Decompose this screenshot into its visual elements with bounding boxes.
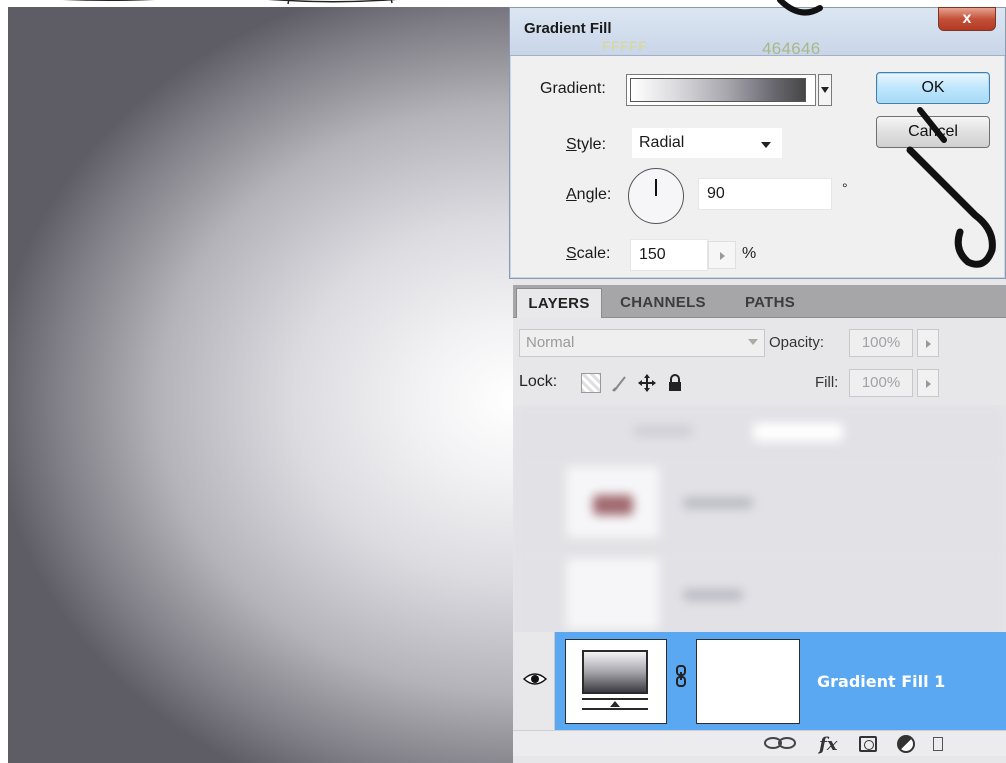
layer-row-gradient-fill[interactable]: Gradient Fill 1	[555, 632, 1006, 730]
layers-panel-footer: fx	[513, 730, 1006, 756]
angle-dial[interactable]	[628, 168, 684, 224]
fill-input[interactable]: 100%	[849, 369, 913, 397]
lock-icon[interactable]	[665, 373, 685, 393]
opacity-input[interactable]: 100%	[849, 329, 913, 357]
chevron-down-icon	[748, 339, 758, 345]
dialog-title: Gradient Fill	[524, 20, 612, 37]
handwriting-stroke	[62, 0, 397, 5]
start-color-annotation: FFFFF	[602, 38, 648, 54]
opacity-slider-button[interactable]	[917, 329, 939, 357]
gradient-fill-thumbnail[interactable]	[565, 639, 667, 724]
list-item[interactable]	[513, 405, 1006, 453]
tab-paths[interactable]: PATHS	[725, 288, 815, 318]
lock-position-icon[interactable]	[637, 373, 657, 393]
tab-layers[interactable]: LAYERS	[516, 288, 602, 318]
layer-name[interactable]: Gradient Fill 1	[817, 672, 945, 691]
visibility-cell[interactable]	[513, 632, 555, 730]
layer-mask-thumbnail[interactable]	[696, 639, 800, 724]
gradient-label: Gradient:	[540, 80, 606, 97]
fill-slider-button[interactable]	[917, 369, 939, 397]
fill-label: Fill:	[815, 374, 839, 391]
lock-transparency-icon[interactable]	[581, 373, 601, 393]
list-item[interactable]	[513, 549, 1006, 637]
tab-channels[interactable]: CHANNELS	[605, 288, 721, 318]
scale-slider-button[interactable]	[708, 241, 736, 269]
eye-icon[interactable]	[523, 670, 547, 688]
scale-input[interactable]: 150	[630, 239, 708, 271]
handwriting-scribble	[777, 0, 996, 268]
add-mask-icon[interactable]	[859, 736, 877, 752]
gradient-base-icon	[582, 698, 648, 710]
adjustment-layer-icon[interactable]	[897, 735, 915, 753]
angle-label: Angle:	[566, 186, 612, 203]
opacity-label: Opacity:	[769, 334, 825, 351]
blend-mode-select[interactable]: Normal	[519, 329, 765, 357]
new-group-icon[interactable]	[933, 737, 943, 751]
scale-label: Scale:	[566, 245, 611, 262]
blend-mode-value: Normal	[526, 334, 575, 351]
style-label: Style:	[566, 136, 607, 153]
list-item[interactable]	[513, 455, 1006, 547]
chain-link-icon[interactable]	[675, 665, 687, 687]
lock-label: Lock:	[519, 373, 558, 390]
gradient-swatch-icon	[582, 650, 648, 694]
style-value: Radial	[639, 134, 685, 151]
link-layers-icon[interactable]	[763, 735, 797, 751]
blurred-layers-list	[513, 405, 1006, 637]
fx-icon[interactable]: fx	[819, 734, 837, 755]
lock-brush-icon[interactable]	[610, 373, 630, 393]
percent-symbol: %	[742, 245, 757, 262]
document-canvas[interactable]	[8, 7, 513, 763]
